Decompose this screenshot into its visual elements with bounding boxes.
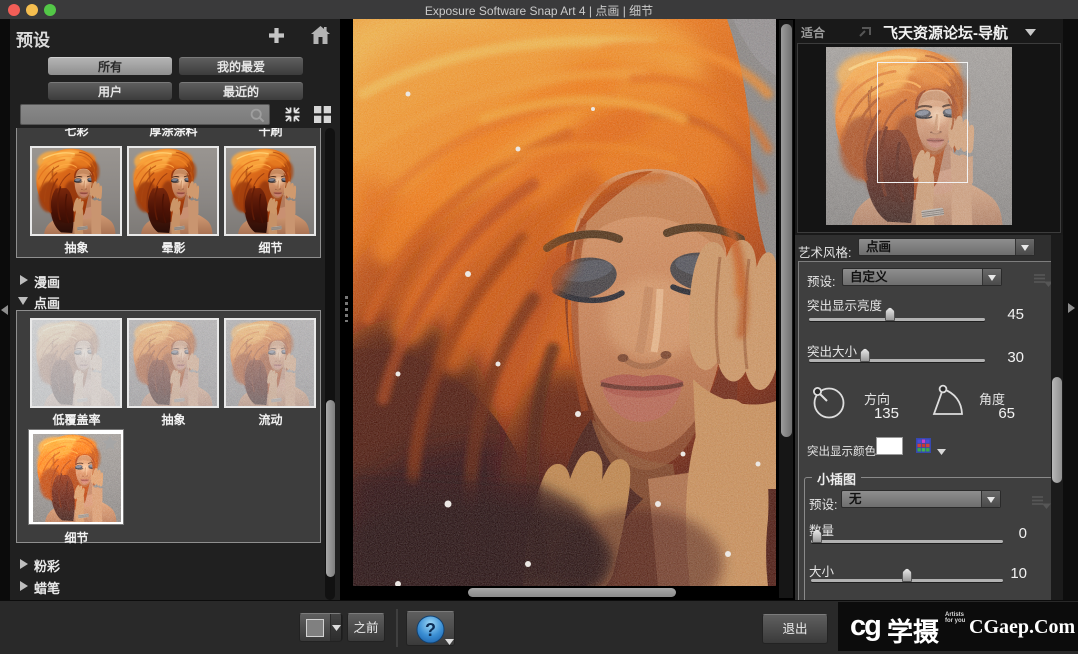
svg-text:?: ? — [425, 620, 436, 640]
